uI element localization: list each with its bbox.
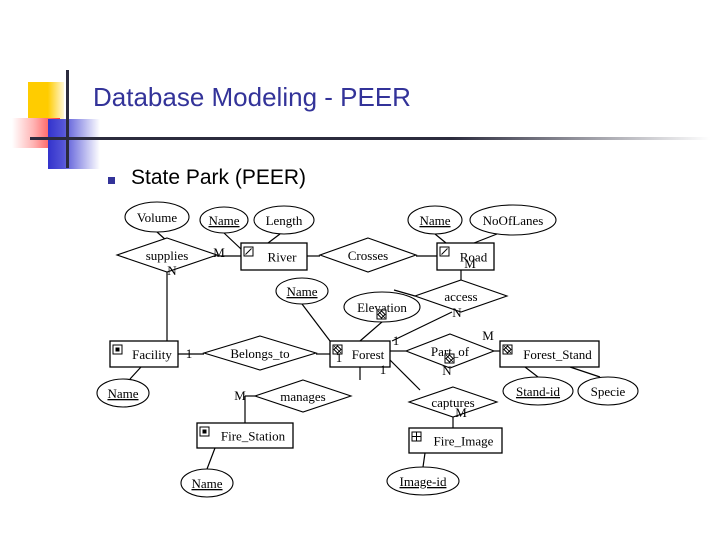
line-shape-icon	[439, 246, 450, 257]
relationship-label: access	[444, 289, 477, 304]
attribute-label: Stand-id	[516, 384, 561, 399]
entity-label: Forest	[352, 347, 385, 362]
er-diagram: Volume Name Length Name NoOfLanes Name Elevati…	[0, 0, 720, 540]
icon-point	[202, 429, 207, 434]
entity-fire_station: Fire_Station	[196, 422, 294, 449]
link-firestation-name	[206, 447, 216, 470]
cardinality-card-captures-image: M	[455, 405, 467, 420]
line-shape-icon	[243, 246, 254, 257]
cardinality-card-access-forest: N	[452, 305, 462, 320]
attribute-stand_id: Stand-id	[502, 376, 574, 406]
link-length-river	[267, 233, 281, 244]
relationship-crosses: Crosses	[318, 237, 418, 273]
attribute-label: Image-id	[400, 474, 447, 489]
entity-label: Fire_Image	[434, 434, 494, 449]
attribute-volume: Volume	[124, 201, 190, 233]
relationship-label: manages	[280, 389, 325, 404]
relationship-captures: captures	[407, 386, 499, 418]
cardinality-card-fac-belongs: 1	[186, 346, 193, 361]
link-stand-specie	[569, 366, 601, 378]
attribute-label: Volume	[137, 210, 177, 225]
relationship-label: Belongs_to	[230, 346, 289, 361]
entity-river: River	[240, 242, 308, 271]
link-facility-name	[129, 366, 142, 380]
relationship-label: Crosses	[348, 248, 388, 263]
link-roadname-road	[434, 233, 447, 244]
attribute-label: Name	[208, 213, 239, 228]
entity-fire_image: Fire_Image	[408, 427, 503, 454]
attribute-road_name: Name	[407, 205, 463, 235]
cardinality-card-supplies-river: M	[213, 245, 225, 260]
point-shape-icon	[199, 426, 210, 437]
relationship-belongs_to: Belongs_to	[202, 335, 318, 371]
attribute-length: Length	[253, 205, 315, 235]
attribute-image_id: Image-id	[386, 466, 460, 496]
raster-shape-icon	[411, 431, 422, 442]
relationship-manages: manages	[253, 379, 353, 413]
polygon-shape-icon	[502, 344, 513, 355]
cardinality-card-partof-stand: M	[482, 328, 494, 343]
polygon-shape-icon	[376, 309, 387, 320]
polygon-shape-icon	[444, 353, 455, 364]
link-forestname-forest	[301, 303, 331, 342]
entity-forest_stand: Forest_Stand	[499, 340, 600, 368]
entity-label: Fire_Station	[221, 429, 286, 444]
attribute-label: Name	[419, 213, 450, 228]
entity-facility: Facility	[109, 340, 179, 368]
attribute-elevation: Elevation	[343, 291, 421, 323]
link-forest-captures	[389, 359, 421, 391]
cardinality-card-forest-captures: N	[442, 363, 452, 378]
link-stand-standid	[524, 366, 539, 378]
cardinality-card-manages-fs: M	[234, 388, 246, 403]
attribute-forest_name: Name	[275, 277, 329, 305]
cardinality-card-forest-partof: 1	[393, 333, 400, 348]
point-shape-icon	[112, 344, 123, 355]
link-fireimage-imageid	[422, 452, 426, 468]
link-elevation-forest	[359, 321, 383, 342]
cardinality-card-road-access: M	[464, 256, 476, 271]
attribute-noOfLanes: NoOfLanes	[469, 204, 557, 236]
entity-label: Forest_Stand	[523, 347, 592, 362]
attribute-label: Specie	[591, 384, 626, 399]
cardinality-card-forest-manages: 1	[380, 362, 387, 377]
attribute-label: NoOfLanes	[483, 213, 544, 228]
attribute-label: Name	[107, 386, 138, 401]
entity-label: Facility	[132, 347, 172, 362]
link-rivername-river	[223, 232, 242, 250]
attribute-specie: Specie	[577, 376, 639, 406]
cardinality-card-belongs-forest: 1	[336, 350, 343, 365]
relationship-label: captures	[431, 395, 474, 410]
attribute-label: Length	[266, 213, 303, 228]
link-noOfLanes-road	[473, 233, 498, 244]
icon-point	[115, 347, 120, 352]
cardinality-card-supplies-fac: N	[167, 263, 177, 278]
attribute-label: Name	[191, 476, 222, 491]
attribute-fac_name: Name	[96, 378, 150, 408]
attribute-fs_name: Name	[180, 468, 234, 498]
relationship-label: supplies	[146, 248, 189, 263]
attribute-river_name: Name	[199, 206, 249, 234]
attribute-label: Name	[286, 284, 317, 299]
slide: Database Modeling - PEER State Park (PEE…	[0, 0, 720, 540]
er-diagram-canvas: Volume Name Length Name NoOfLanes Name Elevati…	[96, 201, 639, 498]
entity-label: River	[268, 250, 298, 265]
